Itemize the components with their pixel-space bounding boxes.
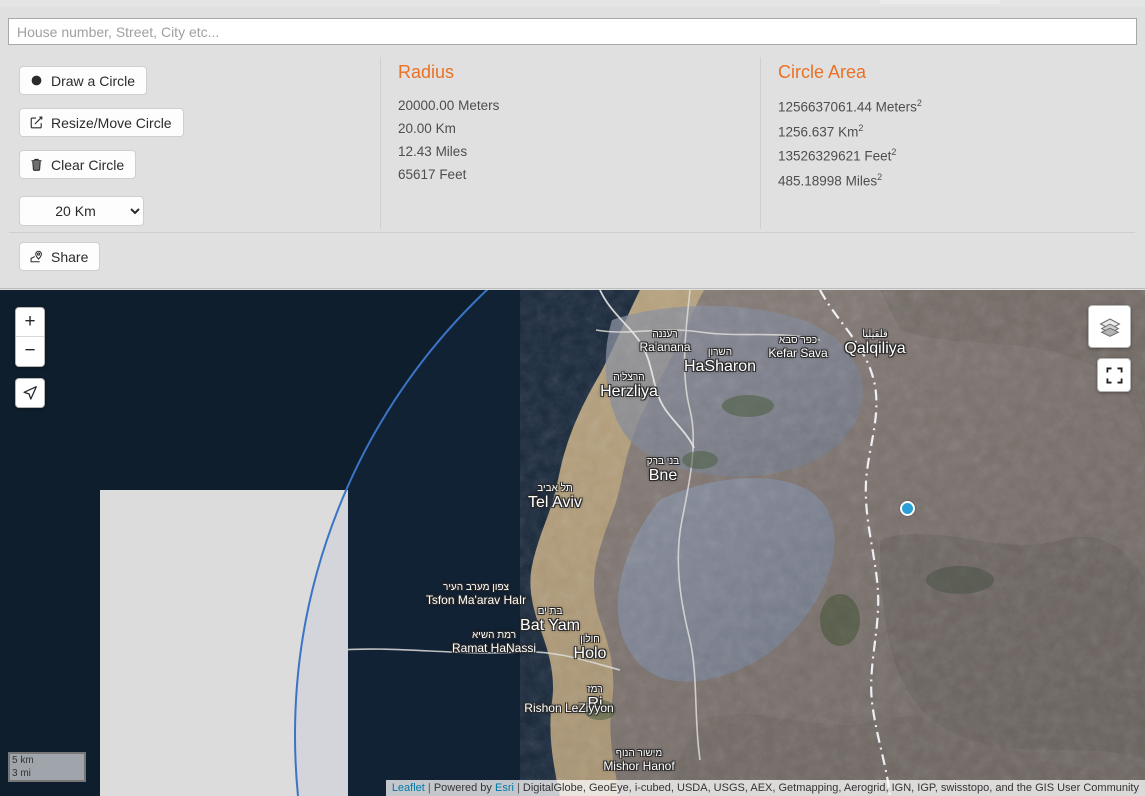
tool-buttons: Draw a Circle Resize/Move Circle Clear C… (19, 66, 359, 226)
radius-unit-select[interactable]: 1 Km5 Km10 Km20 Km50 Km100 Km (19, 196, 144, 226)
radius-line-km: 20.00 Km (398, 121, 499, 136)
imagery-credits: DigitalGlobe, GeoEye, i-cubed, USDA, USG… (522, 782, 1139, 794)
radius-feet-value: 65617 (398, 167, 436, 182)
radius-km-value: 20.00 (398, 121, 432, 136)
share-label: Share (51, 248, 89, 265)
area-feet-unit: Feet (864, 148, 892, 164)
powered-by-text: Powered by (433, 782, 492, 794)
area-feet-exponent: 2 (891, 147, 897, 157)
panel-divider-horizontal (9, 232, 1135, 233)
area-km-unit: Km (838, 124, 859, 139)
radius-feet-unit: Feet (439, 167, 467, 182)
zoom-in-button[interactable]: + (16, 308, 44, 337)
layers-button[interactable] (1088, 305, 1131, 348)
fullscreen-button[interactable] (1097, 358, 1131, 392)
area-line-meters: 1256637061.44 Meters2 (778, 98, 922, 115)
map-canvas[interactable]: רעננה Ra'anana השרון HaSharon כפר סבא Kefar S… (0, 290, 1145, 796)
edit-square-icon (29, 115, 44, 130)
esri-link[interactable]: Esri (495, 782, 514, 794)
scale-imperial: 3 mi (8, 767, 86, 782)
sea-area (0, 290, 92, 796)
radius-line-feet: 65617 Feet (398, 167, 499, 182)
filled-circle-icon (29, 73, 44, 88)
panel-divider-vertical-right (760, 57, 761, 229)
area-line-km: 1256.637 Km2 (778, 123, 922, 140)
scale-metric: 5 km (8, 752, 86, 767)
draw-circle-label: Draw a Circle (51, 72, 136, 89)
radius-miles-value: 12.43 (398, 144, 432, 159)
area-meters-value: 1256637061.44 (778, 99, 872, 115)
area-line-miles: 485.18998 Miles2 (778, 172, 922, 189)
panel-top-strip (0, 0, 1145, 7)
resize-move-circle-label: Resize/Move Circle (51, 114, 172, 131)
area-miles-value: 485.18998 (778, 173, 842, 188)
panel-divider-vertical-left (380, 57, 381, 229)
unloaded-tile (100, 490, 348, 796)
clear-circle-label: Clear Circle (51, 156, 125, 173)
zoom-control: + − (15, 307, 45, 367)
area-km-value: 1256.637 (778, 124, 835, 139)
area-miles-exponent: 2 (877, 171, 883, 182)
control-panel: Draw a Circle Resize/Move Circle (0, 0, 1145, 289)
radius-line-miles: 12.43 Miles (398, 144, 499, 159)
draw-circle-button[interactable]: Draw a Circle (19, 66, 148, 95)
locate-me-button[interactable] (15, 378, 45, 408)
radius-title: Radius (398, 62, 455, 82)
radius-meters-unit: Meters (458, 98, 500, 113)
circle-area-title: Circle Area (778, 62, 867, 82)
radius-km-unit: Km (435, 121, 456, 136)
map-attribution: Leaflet | Powered by Esri | DigitalGlobe… (385, 780, 1145, 796)
zoom-out-button[interactable]: − (16, 337, 44, 366)
page-root: Draw a Circle Resize/Move Circle (0, 0, 1145, 796)
sea-area (92, 290, 100, 796)
scale-bar: 5 km 3 mi (8, 752, 86, 782)
map-pin-icon (29, 249, 44, 264)
trash-icon (29, 157, 44, 172)
radius-miles-unit: Miles (435, 144, 468, 159)
radius-meters-value: 20000.00 (398, 98, 455, 113)
area-meters-exponent: 2 (916, 98, 922, 108)
area-km-exponent: 2 (858, 122, 864, 133)
radius-panel: Radius 20000.00 Meters 20.00 Km 12.43 Mi… (398, 62, 499, 190)
area-line-feet: 13526329621 Feet2 (778, 147, 922, 164)
area-meters-unit: Meters (875, 99, 917, 115)
panel-ghost-element (880, 0, 1000, 4)
share-button[interactable]: Share (19, 242, 101, 271)
layers-icon (1089, 306, 1130, 347)
navigation-arrow-icon (16, 379, 44, 407)
circle-area-panel: Circle Area 1256637061.44 Meters2 1256.6… (778, 62, 922, 196)
leaflet-link[interactable]: Leaflet (392, 782, 425, 794)
address-search-input[interactable] (8, 18, 1137, 45)
clear-circle-button[interactable]: Clear Circle (19, 150, 137, 179)
share-row: Share (19, 242, 101, 271)
radius-line-meters: 20000.00 Meters (398, 98, 499, 113)
resize-move-circle-button[interactable]: Resize/Move Circle (19, 108, 184, 137)
fullscreen-icon (1098, 359, 1130, 391)
search-row (8, 18, 1137, 45)
area-miles-unit: Miles (845, 173, 878, 188)
area-feet-value: 13526329621 (778, 148, 861, 164)
circle-center-marker[interactable] (900, 501, 915, 516)
